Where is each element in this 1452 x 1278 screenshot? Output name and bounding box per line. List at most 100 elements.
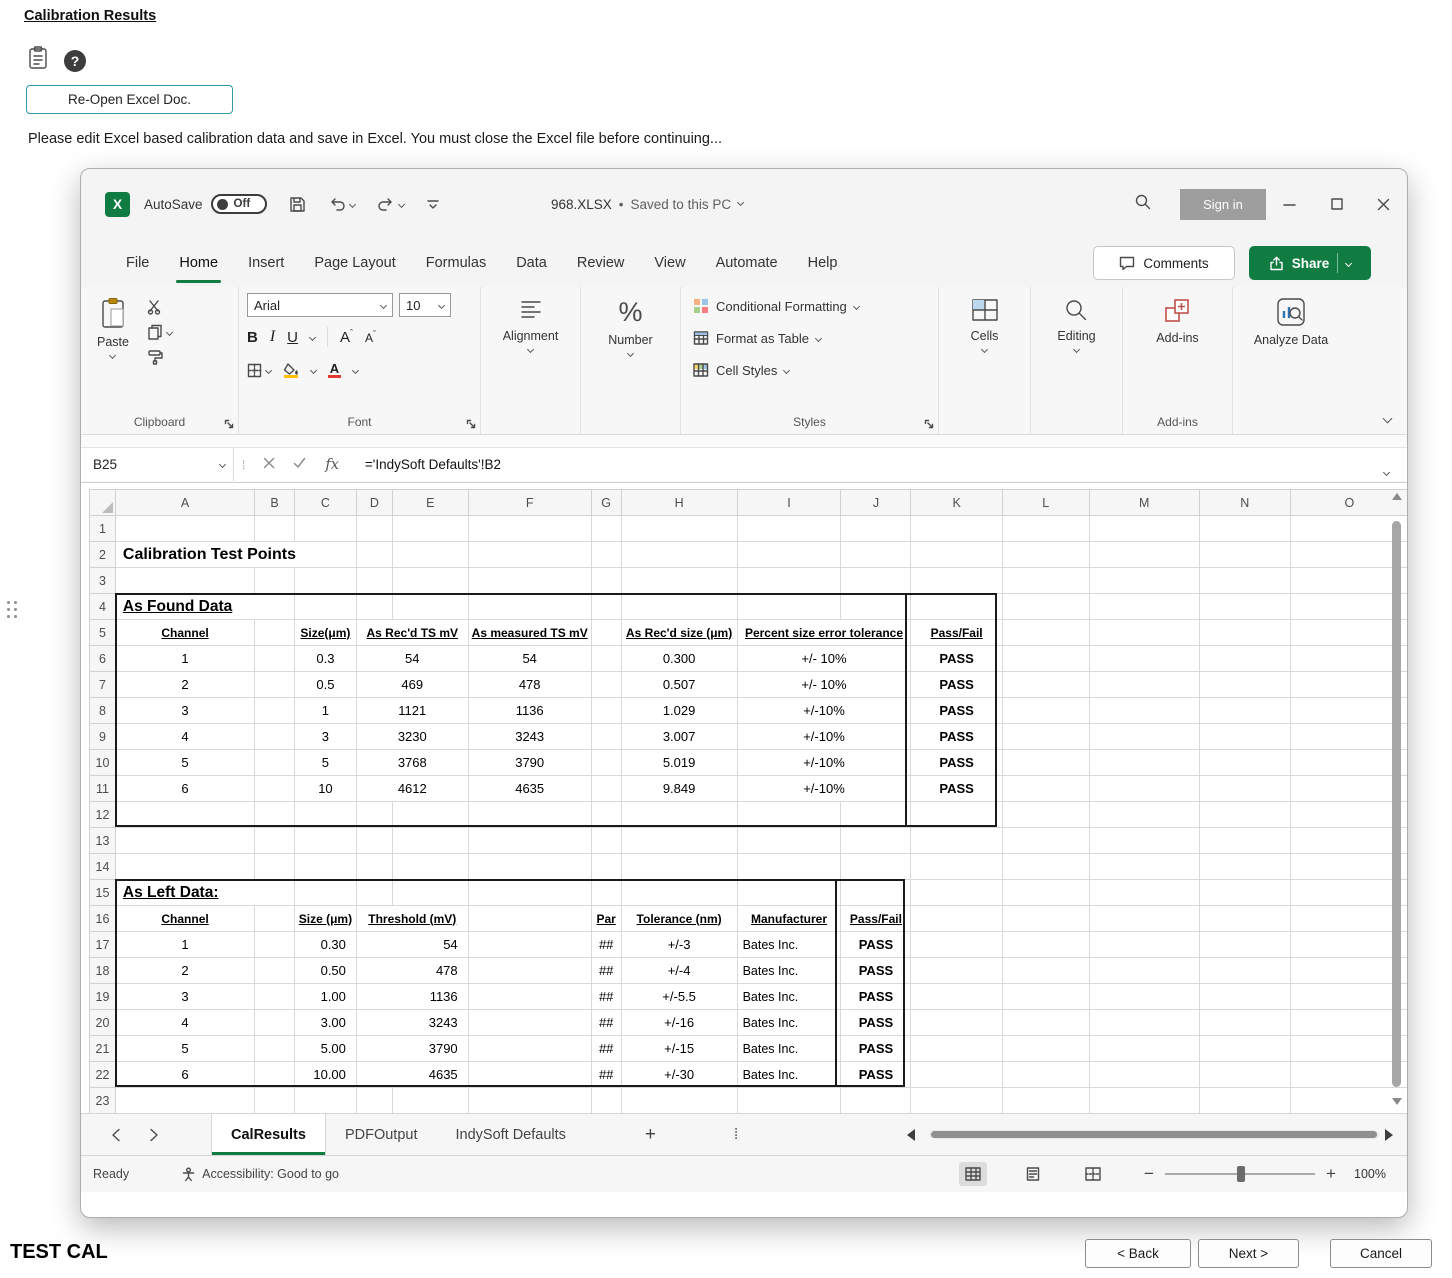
cell-L4[interactable] xyxy=(1002,594,1089,620)
quick-access-toolbar-icon[interactable] xyxy=(426,197,440,211)
cell-J12[interactable] xyxy=(841,802,911,828)
cell-I10[interactable]: +/-10% xyxy=(737,750,911,776)
format-as-table-button[interactable]: Format as Table xyxy=(689,325,930,351)
insert-function-icon[interactable]: fx xyxy=(325,457,339,473)
cell-F11[interactable]: 4635 xyxy=(468,776,591,802)
cell-C1[interactable] xyxy=(294,516,356,542)
cell-B18[interactable] xyxy=(255,958,295,984)
cell-C20[interactable]: 3.00 xyxy=(294,1010,356,1036)
cell-I18[interactable]: Bates Inc. xyxy=(737,958,841,984)
cells-button[interactable]: Cells xyxy=(963,293,1007,356)
cell-M17[interactable] xyxy=(1089,932,1199,958)
cell-D21[interactable]: 3790 xyxy=(356,1036,468,1062)
cell-K6[interactable]: PASS xyxy=(911,646,1002,672)
tab-insert[interactable]: Insert xyxy=(233,239,299,287)
cell-I21[interactable]: Bates Inc. xyxy=(737,1036,841,1062)
cell-D6[interactable]: 54 xyxy=(356,646,468,672)
copy-dropdown-icon[interactable] xyxy=(166,328,173,335)
cell-L8[interactable] xyxy=(1002,698,1089,724)
cell-A3[interactable] xyxy=(115,568,254,594)
cell-K2[interactable] xyxy=(911,542,1002,568)
analyze-data-button[interactable]: Analyze Data xyxy=(1243,293,1339,351)
cell-I22[interactable]: Bates Inc. xyxy=(737,1062,841,1088)
cell-C11[interactable]: 10 xyxy=(294,776,356,802)
cell-F19[interactable] xyxy=(468,984,591,1010)
reopen-excel-button[interactable]: Re-Open Excel Doc. xyxy=(26,85,233,114)
row-header-8[interactable]: 8 xyxy=(90,698,116,724)
next-sheet-icon[interactable] xyxy=(149,1128,159,1142)
cell-H21[interactable]: +/-15 xyxy=(621,1036,737,1062)
cell-I11[interactable]: +/-10% xyxy=(737,776,911,802)
cell-L6[interactable] xyxy=(1002,646,1089,672)
cell-C13[interactable] xyxy=(294,828,356,854)
sheet-tab-calresults[interactable]: CalResults xyxy=(211,1114,326,1155)
cell-H19[interactable]: +/-5.5 xyxy=(621,984,737,1010)
row-header-12[interactable]: 12 xyxy=(90,802,116,828)
cell-A20[interactable]: 4 xyxy=(115,1010,254,1036)
cell-J16[interactable]: Pass/Fail xyxy=(841,906,911,932)
row-header-18[interactable]: 18 xyxy=(90,958,116,984)
cell-N13[interactable] xyxy=(1199,828,1290,854)
cell-F2[interactable] xyxy=(468,542,591,568)
cell-B5[interactable] xyxy=(255,620,295,646)
cell-M4[interactable] xyxy=(1089,594,1199,620)
cell-F4[interactable] xyxy=(468,594,591,620)
cell-L16[interactable] xyxy=(1002,906,1089,932)
paste-button[interactable]: Paste xyxy=(89,293,137,362)
cell-G17[interactable]: ## xyxy=(591,932,621,958)
row-header-1[interactable]: 1 xyxy=(90,516,116,542)
cell-E15[interactable] xyxy=(392,880,468,906)
cell-N20[interactable] xyxy=(1199,1010,1290,1036)
cell-H6[interactable]: 0.300 xyxy=(621,646,737,672)
cell-C17[interactable]: 0.30 xyxy=(294,932,356,958)
conditional-formatting-dropdown-icon[interactable] xyxy=(853,302,860,309)
cell-K7[interactable]: PASS xyxy=(911,672,1002,698)
cell-M11[interactable] xyxy=(1089,776,1199,802)
cell-K13[interactable] xyxy=(911,828,1002,854)
cell-L9[interactable] xyxy=(1002,724,1089,750)
cell-C21[interactable]: 5.00 xyxy=(294,1036,356,1062)
cell-K17[interactable] xyxy=(911,932,1002,958)
column-header-J[interactable]: J xyxy=(841,490,911,516)
cell-A21[interactable]: 5 xyxy=(115,1036,254,1062)
cell-H12[interactable] xyxy=(621,802,737,828)
cell-D2[interactable] xyxy=(356,542,392,568)
comments-button[interactable]: Comments xyxy=(1093,246,1235,280)
cell-D1[interactable] xyxy=(356,516,392,542)
cell-J18[interactable]: PASS xyxy=(841,958,911,984)
cell-F22[interactable] xyxy=(468,1062,591,1088)
cell-L15[interactable] xyxy=(1002,880,1089,906)
cell-M14[interactable] xyxy=(1089,854,1199,880)
autosave-toggle[interactable]: Off xyxy=(211,194,267,214)
cell-F3[interactable] xyxy=(468,568,591,594)
vertical-scrollbar-thumb[interactable] xyxy=(1392,521,1401,1087)
cell-C3[interactable] xyxy=(294,568,356,594)
cell-N2[interactable] xyxy=(1199,542,1290,568)
cell-N15[interactable] xyxy=(1199,880,1290,906)
cell-K12[interactable] xyxy=(911,802,1002,828)
row-header-6[interactable]: 6 xyxy=(90,646,116,672)
cell-I19[interactable]: Bates Inc. xyxy=(737,984,841,1010)
cell-L19[interactable] xyxy=(1002,984,1089,1010)
cell-K23[interactable] xyxy=(911,1088,1002,1114)
cell-D11[interactable]: 4612 xyxy=(356,776,468,802)
cell-A15[interactable]: As Left Data: xyxy=(115,880,294,906)
cell-I4[interactable] xyxy=(737,594,841,620)
cell-B16[interactable] xyxy=(255,906,295,932)
cell-F5[interactable]: As measured TS mV xyxy=(468,620,591,646)
sheet-tab-indysoft-defaults[interactable]: IndySoft Defaults xyxy=(436,1114,584,1155)
cell-I17[interactable]: Bates Inc. xyxy=(737,932,841,958)
cell-H13[interactable] xyxy=(621,828,737,854)
row-header-16[interactable]: 16 xyxy=(90,906,116,932)
cell-J3[interactable] xyxy=(841,568,911,594)
cell-N14[interactable] xyxy=(1199,854,1290,880)
row-header-3[interactable]: 3 xyxy=(90,568,116,594)
cell-B17[interactable] xyxy=(255,932,295,958)
cell-L1[interactable] xyxy=(1002,516,1089,542)
shrink-font-button[interactable]: Aˇ xyxy=(365,329,376,345)
cell-H9[interactable]: 3.007 xyxy=(621,724,737,750)
row-header-9[interactable]: 9 xyxy=(90,724,116,750)
cell-N8[interactable] xyxy=(1199,698,1290,724)
editing-button[interactable]: Editing xyxy=(1049,293,1103,356)
cell-G18[interactable]: ## xyxy=(591,958,621,984)
